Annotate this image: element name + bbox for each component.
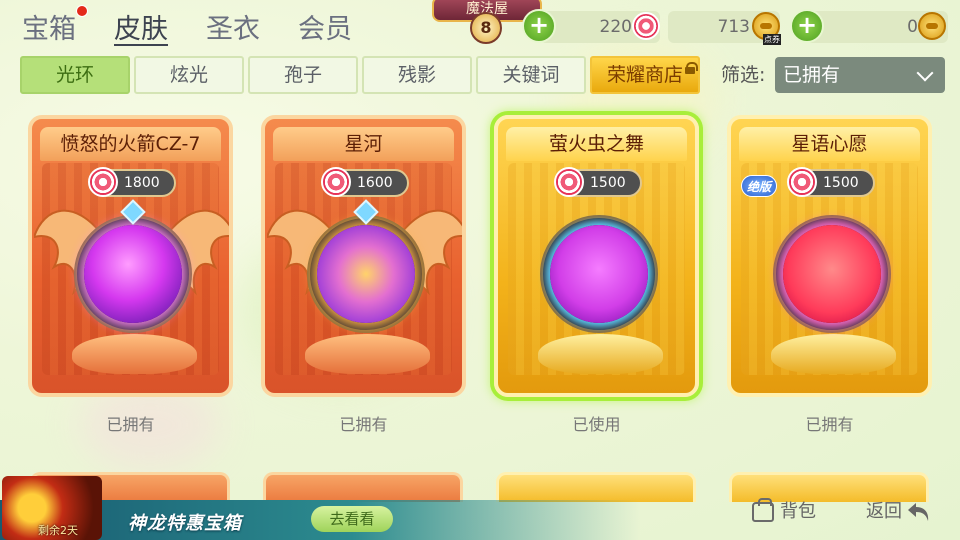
sub-tab-bar: 光环 炫光 孢子 残影 关键词 荣耀商店 (20, 56, 700, 94)
tab-treasure[interactable]: 宝箱 (22, 4, 88, 46)
card-status: 已拥有 (106, 415, 155, 434)
backpack-button[interactable]: 背包 (752, 498, 816, 525)
card-title: 星语心愿 (739, 127, 920, 161)
chevron-down-icon (916, 64, 934, 82)
back-arrow-icon (908, 503, 929, 521)
subtab-glory-shop-label: 荣耀商店 (606, 64, 683, 86)
skin-card[interactable]: 星语心愿 绝版 1500 已拥有 (727, 115, 932, 434)
promo-go-button[interactable]: 去看看 (311, 506, 393, 532)
lock-icon (685, 62, 698, 74)
card-body: 愤怒的火箭CZ-7 1800 (28, 115, 233, 397)
filter-label: 筛选: (721, 64, 766, 86)
card-ornament (771, 334, 896, 374)
card-title: 萤火虫之舞 (506, 127, 687, 161)
card-price-value: 1500 (590, 175, 626, 191)
promo-timer: 剩余2天 (38, 524, 78, 537)
card-price: 1800 (88, 167, 176, 197)
halo-orb-icon (84, 225, 182, 323)
card-price: 1500 (787, 167, 875, 197)
notification-dot (76, 4, 88, 17)
subtab-halo[interactable]: 光环 (20, 56, 130, 94)
top-tab-bar: 宝箱 皮肤 圣衣 会员 (0, 0, 420, 52)
filter-value: 已拥有 (783, 64, 841, 86)
next-card-peek[interactable] (729, 472, 929, 502)
tab-skin[interactable]: 皮肤 (114, 7, 168, 46)
subtab-glow[interactable]: 炫光 (134, 56, 244, 94)
backpack-icon (752, 498, 774, 522)
card-title: 星河 (273, 127, 454, 161)
candy-icon (787, 167, 817, 197)
candy-icon (554, 167, 584, 197)
card-ornament (538, 334, 663, 374)
filter-dropdown[interactable]: 已拥有 (775, 57, 945, 93)
coupon-tag: 点券 (763, 34, 781, 45)
next-card-peek[interactable] (496, 472, 696, 502)
card-price-value: 1500 (823, 175, 859, 191)
card-status: 已拥有 (805, 415, 854, 434)
magic-house-level: 8 (470, 12, 502, 44)
subtab-glory-shop[interactable]: 荣耀商店 (590, 56, 700, 94)
tab-membership-label: 会员 (298, 13, 352, 45)
card-body: 萤火虫之舞 1500 (494, 115, 699, 397)
card-ornament (72, 334, 197, 374)
limited-edition-badge: 绝版 (741, 175, 777, 197)
next-card-peek[interactable] (263, 472, 463, 502)
gold-coin-icon (918, 12, 946, 40)
candy-icon (88, 167, 118, 197)
promo-title: 神龙特惠宝箱 (128, 513, 242, 534)
backpack-label: 背包 (780, 501, 816, 522)
card-title: 愤怒的火箭CZ-7 (40, 127, 221, 161)
halo-orb-icon (317, 225, 415, 323)
card-body: 星语心愿 绝版 1500 (727, 115, 932, 397)
add-gold-button[interactable]: + (790, 9, 824, 43)
halo-orb-icon (783, 225, 881, 323)
tab-skin-label: 皮肤 (114, 13, 168, 45)
halo-orb-icon (550, 225, 648, 323)
skin-card-selected[interactable]: 萤火虫之舞 1500 已使用 (494, 115, 699, 434)
skin-card[interactable]: 星河 1600 已拥有 (261, 115, 466, 434)
subtab-keyword[interactable]: 关键词 (476, 56, 586, 94)
card-status: 已使用 (572, 415, 621, 434)
candy-icon (321, 167, 351, 197)
card-price: 1600 (321, 167, 409, 197)
tab-holy-armor-label: 圣衣 (206, 13, 260, 45)
tab-membership[interactable]: 会员 (298, 7, 352, 46)
tab-treasure-label: 宝箱 (22, 13, 76, 45)
coupon-value: 713 (717, 17, 750, 37)
subtab-spore[interactable]: 孢子 (248, 56, 358, 94)
card-status: 已拥有 (339, 415, 388, 434)
card-ornament (305, 334, 430, 374)
card-price-value: 1600 (357, 175, 393, 191)
skin-card[interactable]: 愤怒的火箭CZ-7 1800 已拥有 (28, 115, 233, 434)
tab-holy-armor[interactable]: 圣衣 (206, 7, 260, 46)
card-price-value: 1800 (124, 175, 160, 191)
candy-icon (632, 12, 660, 40)
card-price: 1500 (554, 167, 642, 197)
subtab-afterimage[interactable]: 残影 (362, 56, 472, 94)
back-label: 返回 (866, 501, 902, 522)
add-candy-button[interactable]: + (522, 9, 556, 43)
back-button[interactable]: 返回 (866, 499, 932, 525)
card-body: 星河 1600 (261, 115, 466, 397)
